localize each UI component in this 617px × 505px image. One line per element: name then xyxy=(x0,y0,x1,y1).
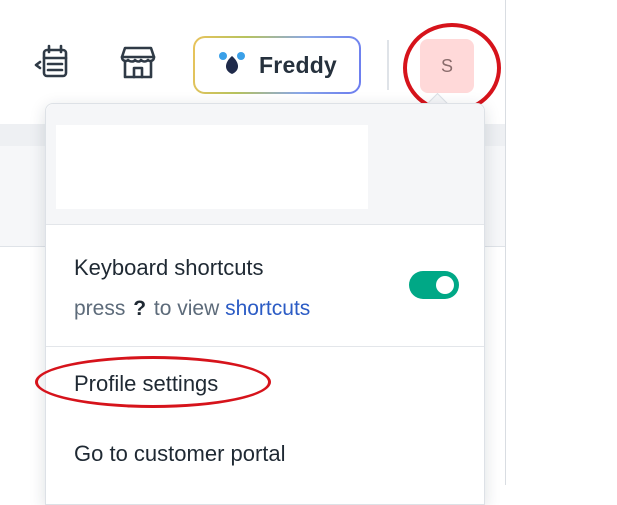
dropdown-header-card xyxy=(56,125,368,209)
dropdown-header xyxy=(46,104,484,225)
keyboard-shortcuts-toggle[interactable] xyxy=(409,271,459,299)
header-divider xyxy=(387,40,389,90)
toggle-knob xyxy=(436,276,454,294)
annotation-circle-profile-settings xyxy=(35,356,271,408)
keyboard-shortcuts-hint: press ? to view shortcuts xyxy=(74,297,310,321)
hint-middle: to view xyxy=(153,297,220,320)
keyboard-shortcuts-title: Keyboard shortcuts xyxy=(74,255,264,280)
dropdown-divider xyxy=(46,346,484,347)
annotation-circle-avatar xyxy=(403,23,501,113)
hint-key: ? xyxy=(133,297,147,320)
calendar-icon[interactable] xyxy=(34,42,74,82)
top-navigation-bar: Freddy S xyxy=(0,0,505,113)
freddy-assistant-button[interactable]: Freddy xyxy=(193,36,361,94)
profile-dropdown-menu: Keyboard shortcuts press ? to view short… xyxy=(45,103,485,505)
store-icon[interactable] xyxy=(118,42,158,82)
menu-item-customer-portal[interactable]: Go to customer portal xyxy=(74,441,286,467)
freddy-paw-icon xyxy=(217,50,247,81)
freddy-label: Freddy xyxy=(259,51,337,78)
hint-prefix: press xyxy=(74,297,126,320)
shortcuts-link[interactable]: shortcuts xyxy=(225,297,310,320)
